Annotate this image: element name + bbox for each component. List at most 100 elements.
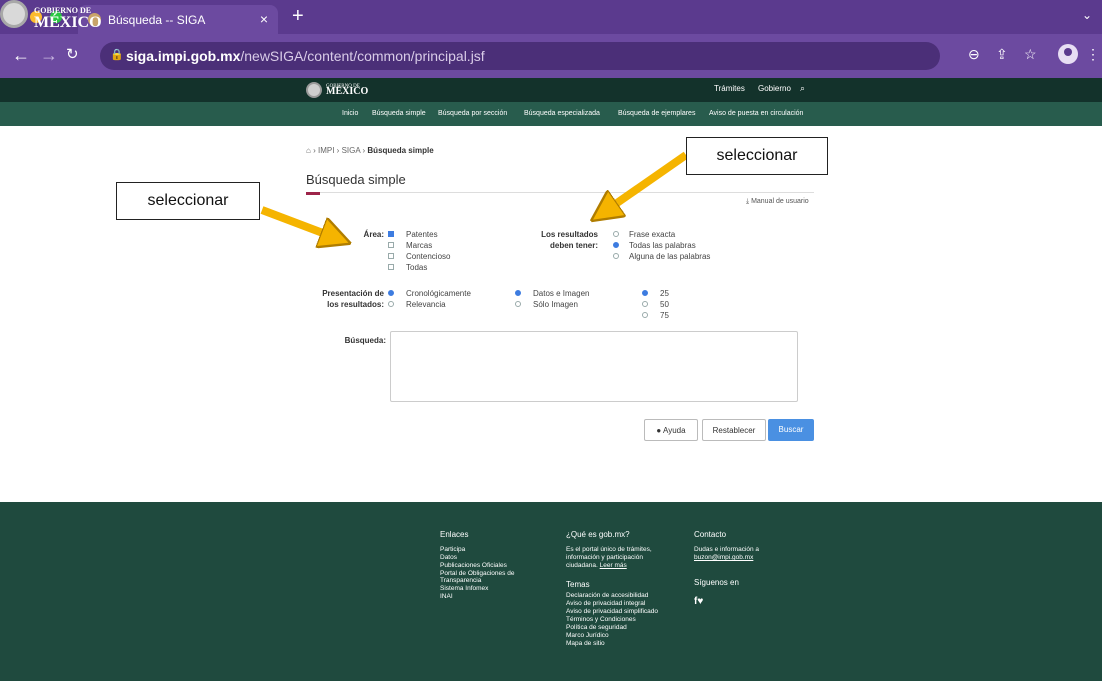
footer-logo-line2: MÉXICO <box>34 14 102 31</box>
nav-inicio[interactable]: Inicio <box>342 110 358 117</box>
forward-icon[interactable]: → <box>40 46 58 64</box>
search-button[interactable]: Buscar <box>768 419 814 441</box>
area-checkbox-todas[interactable] <box>388 264 394 270</box>
area-checkbox-marcas[interactable] <box>388 242 394 248</box>
content-option-solo-imagen[interactable]: Sólo Imagen <box>533 300 578 309</box>
footer-link-accesibilidad[interactable]: Declaración de accesibilidad <box>566 592 648 599</box>
footer-link-datos[interactable]: Datos <box>440 554 457 561</box>
footer-que-es-text: ciudadana. <box>566 562 598 569</box>
content-radio-solo-imagen[interactable] <box>515 301 521 307</box>
footer-que-es-title: ¿Qué es gob.mx? <box>566 530 630 539</box>
arrow-to-results <box>604 151 689 212</box>
pagesize-option-50[interactable]: 50 <box>660 300 669 309</box>
twitter-icon[interactable]: ♥ <box>697 596 703 607</box>
match-option-frase[interactable]: Frase exacta <box>629 230 675 239</box>
results-label-line2: deben tener: <box>549 241 598 250</box>
manual-link[interactable]: ⤓ Manual de usuario <box>746 198 809 206</box>
tab-title: Búsqueda -- SIGA <box>108 13 206 27</box>
tab-search-icon[interactable]: ⌄ <box>1082 8 1092 22</box>
footer-link-marco-juridico[interactable]: Marco Jurídico <box>566 632 609 639</box>
browser-toolbar: ← → ↻ 🔒 siga.impi.gob.mx/newSIGA/content… <box>0 34 1102 78</box>
footer-temas-title: Temas <box>566 580 590 589</box>
browser-tab[interactable]: Búsqueda -- SIGA × <box>78 5 278 34</box>
area-checkbox-patentes[interactable] <box>388 231 394 237</box>
breadcrumb: ⌂ › IMPI › SIGA › Búsqueda simple <box>306 146 434 155</box>
nav-busqueda-ejemplares[interactable]: Búsqueda de ejemplares <box>618 110 695 117</box>
help-button-label: Ayuda <box>663 426 686 435</box>
lock-icon: 🔒 <box>110 49 124 61</box>
footer <box>0 502 1102 681</box>
annotation-callout-area: seleccionar <box>116 182 260 220</box>
leer-mas-link[interactable]: Leer más <box>600 562 627 569</box>
header-link-gobierno[interactable]: Gobierno <box>758 84 791 93</box>
pagesize-radio-50[interactable] <box>642 301 648 307</box>
footer-que-es-line3: ciudadana. Leer más <box>566 562 627 569</box>
footer-link-portal[interactable]: Portal de Obligaciones de <box>440 570 514 577</box>
area-checkbox-contencioso[interactable] <box>388 253 394 259</box>
area-option-contencioso[interactable]: Contencioso <box>406 252 450 261</box>
header-link-tramites[interactable]: Trámites <box>714 84 745 93</box>
footer-link-mapa-sitio[interactable]: Mapa de sitio <box>566 640 605 647</box>
content-option-datos-imagen[interactable]: Datos e Imagen <box>533 289 589 298</box>
back-icon[interactable]: ← <box>12 46 30 64</box>
footer-contacto-text: Dudas e información a <box>694 546 760 553</box>
footer-link-transparencia[interactable]: Transparencia <box>440 577 481 584</box>
tab-close-icon[interactable]: × <box>260 11 268 27</box>
footer-email-link[interactable]: buzon@impi.gob.mx <box>694 554 753 561</box>
search-textarea[interactable] <box>390 331 798 402</box>
match-option-todas[interactable]: Todas las palabras <box>629 241 696 250</box>
match-radio-alguna[interactable] <box>613 253 619 259</box>
arrow-to-area <box>260 206 336 238</box>
pagesize-radio-25[interactable] <box>642 290 648 296</box>
order-radio-cronologico[interactable] <box>388 290 394 296</box>
presentation-label-line1: Presentación de <box>322 289 384 298</box>
footer-link-publicaciones[interactable]: Publicaciones Oficiales <box>440 562 507 569</box>
address-bar[interactable]: 🔒 siga.impi.gob.mx/newSIGA/content/commo… <box>100 42 940 70</box>
match-option-alguna[interactable]: Alguna de las palabras <box>629 252 710 261</box>
share-icon[interactable]: ⇪ <box>996 46 1008 63</box>
breadcrumb-siga[interactable]: SIGA <box>342 146 361 155</box>
presentation-label-line2: los resultados: <box>327 300 384 309</box>
search-icon[interactable]: ⌕ <box>800 83 805 94</box>
match-radio-frase[interactable] <box>613 231 619 237</box>
nav-aviso-circulacion[interactable]: Aviso de puesta en circulación <box>709 110 803 117</box>
footer-link-terminos[interactable]: Términos y Condiciones <box>566 616 636 623</box>
pagesize-radio-75[interactable] <box>642 312 648 318</box>
zoom-icon[interactable]: ⊖ <box>968 46 980 63</box>
footer-link-infomex[interactable]: Sistema Infomex <box>440 585 488 592</box>
order-radio-relevancia[interactable] <box>388 301 394 307</box>
browser-tab-bar: Búsqueda -- SIGA × + ⌄ <box>0 0 1102 34</box>
nav-busqueda-simple[interactable]: Búsqueda simple <box>372 110 426 117</box>
reset-button[interactable]: Restablecer <box>702 419 766 441</box>
breadcrumb-sep: › <box>336 146 340 155</box>
home-icon[interactable]: ⌂ <box>306 146 311 155</box>
order-option-cronologico[interactable]: Cronológicamente <box>406 289 471 298</box>
content-radio-datos-imagen[interactable] <box>515 290 521 296</box>
area-option-todas[interactable]: Todas <box>406 263 427 272</box>
order-option-relevancia[interactable]: Relevancia <box>406 300 446 309</box>
pagesize-option-25[interactable]: 25 <box>660 289 669 298</box>
footer-link-seguridad[interactable]: Política de seguridad <box>566 624 627 631</box>
footer-link-participa[interactable]: Participa <box>440 546 465 553</box>
help-button[interactable]: ● Ayuda <box>644 419 698 441</box>
social-icons[interactable]: f♥ <box>694 596 703 607</box>
footer-link-privacidad-integral[interactable]: Aviso de privacidad integral <box>566 600 645 607</box>
bookmark-star-icon[interactable]: ☆ <box>1024 46 1037 63</box>
profile-avatar[interactable] <box>1058 44 1078 64</box>
reload-icon[interactable]: ↻ <box>66 46 79 64</box>
nav-busqueda-especializada[interactable]: Búsqueda especializada <box>524 110 600 117</box>
footer-link-privacidad-simplificado[interactable]: Aviso de privacidad simplificado <box>566 608 658 615</box>
new-tab-button[interactable]: + <box>292 6 304 26</box>
seal-icon <box>306 82 322 98</box>
area-option-marcas[interactable]: Marcas <box>406 241 432 250</box>
match-radio-todas[interactable] <box>613 242 619 248</box>
more-menu-icon[interactable]: ⋮ <box>1086 46 1100 63</box>
footer-email[interactable]: buzon@impi.gob.mx <box>694 554 753 561</box>
breadcrumb-impi[interactable]: IMPI <box>318 146 334 155</box>
seal-icon <box>0 0 28 28</box>
nav-busqueda-seccion[interactable]: Búsqueda por sección <box>438 110 507 117</box>
pagesize-option-75[interactable]: 75 <box>660 311 669 320</box>
info-icon: ● <box>656 426 662 435</box>
area-option-patentes[interactable]: Patentes <box>406 230 438 239</box>
footer-link-inai[interactable]: INAI <box>440 593 453 600</box>
